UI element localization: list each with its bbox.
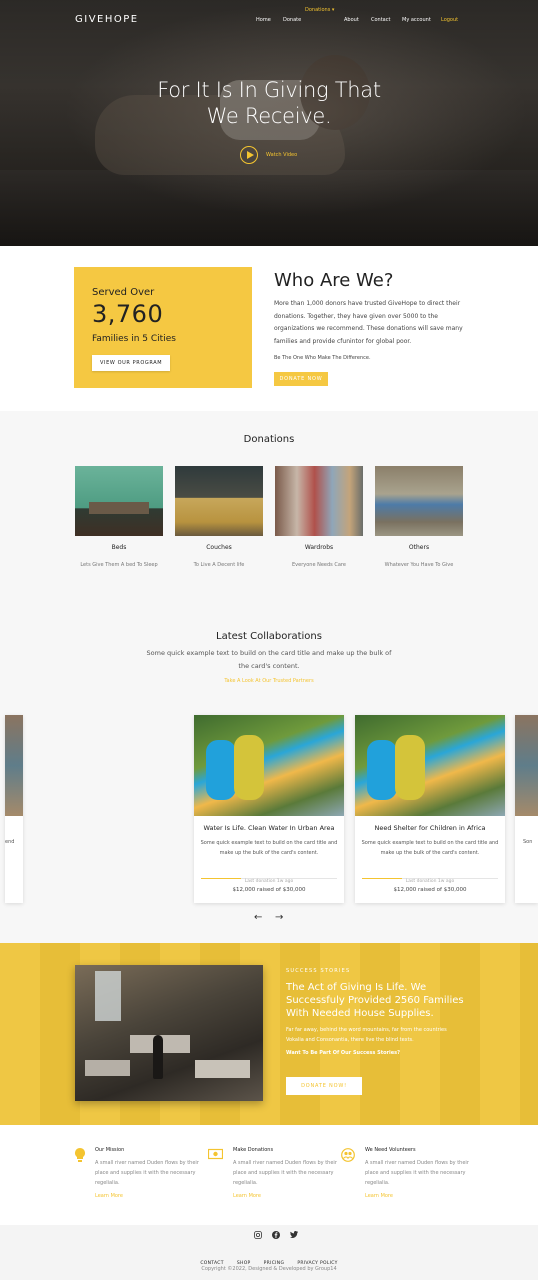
twitter-icon[interactable]	[290, 1230, 298, 1240]
donation-desc: To Live A Decent life	[193, 562, 245, 568]
donation-desc: Whatever You Have To Give	[384, 562, 454, 568]
success-title: The Act of Giving Is Life. We Successful…	[286, 982, 464, 1019]
card-partial-text: end	[5, 839, 15, 845]
beds-image	[75, 466, 163, 536]
who-title: Who Are We?	[274, 270, 394, 291]
collab-title: Latest Collaborations	[216, 631, 322, 642]
card-title: Need Shelter for Children in Africa	[374, 824, 486, 832]
collab-card-partial-left[interactable]: end	[5, 715, 23, 903]
feature-title: Our Mission	[95, 1147, 125, 1153]
hero-title-line1: For It Is In Giving That	[157, 78, 381, 102]
hero-title-line2: We Receive.	[206, 104, 332, 128]
couches-image	[175, 466, 263, 536]
learn-more-link[interactable]: Learn More	[365, 1193, 393, 1199]
collab-card[interactable]: Water Is Life. Clean Water In Urban Area…	[194, 715, 344, 903]
collab-subtitle: Some quick example text to build on the …	[146, 649, 392, 670]
donations-title: Donations	[243, 434, 295, 445]
success-section: SUCCESS STORIES The Act of Giving Is Lif…	[0, 943, 538, 1125]
nav-home[interactable]: Home	[256, 17, 271, 23]
success-image-window	[95, 971, 121, 1021]
donation-name: Wardrobs	[304, 544, 334, 551]
success-image	[75, 965, 263, 1101]
donation-name: Others	[408, 544, 430, 551]
donate-now-button[interactable]: DONATE NOW	[274, 372, 328, 386]
copyright: Copyright ©2022, Designed & Developed by…	[201, 1266, 337, 1272]
success-image-child	[153, 1035, 163, 1079]
money-icon	[207, 1148, 224, 1161]
nav-donate[interactable]: Donate	[283, 17, 301, 23]
success-label: SUCCESS STORIES	[286, 968, 351, 974]
donation-desc: Everyone Needs Care	[292, 562, 346, 568]
card-text: Some quick example text to build on the …	[200, 840, 338, 856]
donation-card-couches[interactable]: Couches To Live A Decent life	[175, 466, 263, 568]
success-image-bed	[195, 1060, 250, 1078]
people-icon	[341, 1148, 355, 1162]
view-program-button[interactable]: VIEW OUR PROGRAM	[92, 355, 171, 371]
feature-text: A small river named Duden flows by their…	[233, 1160, 337, 1186]
nav-my-account[interactable]: My account	[402, 17, 431, 23]
page: GIVEHOPE Donations ▾ Home Donate About C…	[0, 0, 538, 1280]
nav-contact[interactable]: Contact	[371, 17, 390, 23]
card-image	[194, 715, 344, 816]
wardrobs-image	[275, 466, 363, 536]
collab-card[interactable]: Need Shelter for Children in Africa Some…	[355, 715, 505, 903]
donation-card-others[interactable]: Others Whatever You Have To Give	[375, 466, 463, 568]
success-text: Far far away, behind the word mountains,…	[286, 1027, 447, 1043]
success-question: Want To Be Part Of Our Success Stories?	[286, 1050, 400, 1056]
card-partial-text: Son	[523, 839, 533, 845]
card-image	[355, 715, 505, 816]
who-subtext: Be The One Who Make The Difference.	[274, 355, 371, 361]
instagram-icon[interactable]	[254, 1231, 262, 1241]
donation-name: Couches	[206, 544, 232, 551]
nav-about[interactable]: About	[344, 17, 359, 23]
watch-video-link[interactable]: Watch Video	[266, 152, 297, 158]
card-text: Some quick example text to build on the …	[361, 840, 499, 856]
arrow-left-icon[interactable]: ←	[254, 912, 262, 923]
card-date: Last donation 1w ago	[405, 879, 455, 884]
feature-text: A small river named Duden flows by their…	[95, 1160, 199, 1186]
card-raised: $12,000 raised of $30,000	[393, 887, 467, 893]
learn-more-link[interactable]: Learn More	[95, 1193, 123, 1199]
hero-section: GIVEHOPE Donations ▾ Home Donate About C…	[0, 0, 538, 246]
served-number: 3,760	[92, 300, 164, 328]
trusted-partners-link[interactable]: Take A Look At Our Trusted Partners	[0, 678, 538, 684]
donation-card-beds[interactable]: Beds Lets Give Them A bed To Sleep	[75, 466, 163, 568]
donation-card-wardrobs[interactable]: Wardrobs Everyone Needs Care	[275, 466, 363, 568]
arrow-right-icon[interactable]: →	[275, 912, 283, 923]
success-image-bed	[85, 1060, 130, 1076]
card-date: Last donation 1w ago	[244, 879, 294, 884]
play-icon[interactable]	[240, 146, 258, 164]
who-text: More than 1,000 donors have trusted Give…	[274, 300, 463, 345]
served-box: Served Over 3,760 Families in 5 Cities V…	[74, 267, 252, 388]
feature-text: A small river named Duden flows by their…	[365, 1160, 469, 1186]
learn-more-link[interactable]: Learn More	[233, 1193, 261, 1199]
success-donate-button[interactable]: DONATE NOW!	[286, 1077, 362, 1095]
lightbulb-icon	[74, 1148, 87, 1162]
facebook-icon[interactable]	[272, 1231, 280, 1241]
others-image	[375, 466, 463, 536]
card-raised: $12,000 raised of $30,000	[232, 887, 306, 893]
served-label: Served Over	[92, 287, 155, 298]
donation-name: Beds	[111, 544, 127, 551]
feature-title: We Need Volunteers	[365, 1147, 416, 1153]
card-title: Water Is Life. Clean Water In Urban Area	[203, 824, 335, 832]
nav-logout[interactable]: Logout	[441, 17, 458, 23]
feature-title: Make Donations	[233, 1147, 274, 1153]
hero-title: For It Is In Giving That We Receive.	[0, 77, 538, 129]
collab-card-partial-right[interactable]: Son	[515, 715, 538, 903]
card-image	[5, 715, 23, 816]
card-image	[515, 715, 538, 816]
nav-donations-dropdown[interactable]: Donations ▾	[305, 7, 334, 13]
donation-desc: Lets Give Them A bed To Sleep	[80, 562, 158, 568]
brand-logo[interactable]: GIVEHOPE	[75, 14, 139, 25]
served-cities: Families in 5 Cities	[92, 334, 176, 344]
